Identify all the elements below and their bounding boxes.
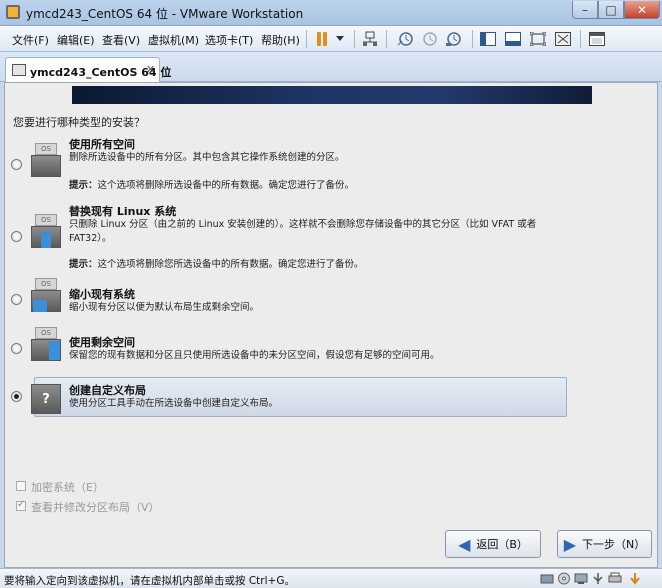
review-layout-checkbox[interactable] xyxy=(16,499,26,511)
use-all-space-icon: OS xyxy=(31,143,61,179)
sidebar-toggle-icon[interactable] xyxy=(479,30,497,48)
option-title: 使用剩余空间 xyxy=(69,336,135,349)
status-text: 要将输入定向到该虚拟机，请在虚拟机内部单击或按 Ctrl+G。 xyxy=(4,575,295,587)
use-free-space-icon: OS xyxy=(31,327,61,363)
pause-icon[interactable] xyxy=(313,30,331,48)
option-title: 缩小现有系统 xyxy=(69,288,135,301)
unity-mode-icon[interactable] xyxy=(554,30,572,48)
network-adapter-icon[interactable] xyxy=(574,572,588,585)
radio-replace-linux[interactable] xyxy=(11,231,22,242)
replace-linux-icon: OS xyxy=(31,214,61,250)
printer-icon[interactable] xyxy=(608,572,622,585)
option-title: 使用所有空间 xyxy=(69,138,135,151)
radio-use-all-space[interactable] xyxy=(11,159,22,170)
tab-strip: ymcd243_CentOS 64 位 ✕ xyxy=(0,52,662,83)
option-desc: 缩小现有分区以便为默认布局生成剩余空间。 xyxy=(69,302,260,313)
radio-use-free-space[interactable] xyxy=(11,343,22,354)
arrow-right-icon: ▶ xyxy=(563,534,577,554)
vmware-app-icon xyxy=(6,5,20,19)
installer-banner xyxy=(72,86,592,104)
install-type-question: 您要进行哪种类型的安装？ xyxy=(13,116,145,129)
menu-tabs[interactable]: 选项卡(T) xyxy=(205,32,253,48)
message-log-icon[interactable] xyxy=(628,572,642,585)
option-title: 替换现有 Linux 系统 xyxy=(69,205,177,218)
menu-file[interactable]: 文件(F) xyxy=(12,32,49,48)
toolbar-separator xyxy=(580,30,581,48)
option-tip: 提示：这个选项将删除所选设备中的所有数据。确定您进行了备份。 xyxy=(69,180,355,191)
option-tip: 提示：这个选项将删除您所选设备中的所有数据。确定您进行了备份。 xyxy=(69,259,364,270)
snapshot-icon[interactable] xyxy=(396,30,414,48)
window-title: ymcd243_CentOS 64 位 - VMware Workstation xyxy=(26,7,304,21)
toolbar-separator xyxy=(306,30,307,48)
menu-help[interactable]: 帮助(H) xyxy=(261,32,300,48)
vm-console[interactable]: 您要进行哪种类型的安装？ OS 使用所有空间 删除所选设备中的所有分区。其中包含… xyxy=(4,82,658,568)
shrink-system-icon: OS xyxy=(31,278,61,314)
console-view-icon[interactable] xyxy=(588,30,606,48)
option-desc: 只删除 Linux 分区（由之前的 Linux 安装创建的）。这样就不会删除您存… xyxy=(69,219,537,244)
maximize-button[interactable]: □ xyxy=(598,1,624,19)
title-bar: ymcd243_CentOS 64 位 - VMware Workstation… xyxy=(0,0,662,26)
full-screen-icon[interactable] xyxy=(529,30,547,48)
arrow-left-icon: ◀ xyxy=(458,534,471,554)
menu-view[interactable]: 查看(V) xyxy=(102,32,140,48)
option-title: 创建自定义布局 xyxy=(69,384,146,397)
toolbar-separator xyxy=(354,30,355,48)
snapshot-manager-icon[interactable] xyxy=(444,30,462,48)
menu-edit[interactable]: 编辑(E) xyxy=(57,32,95,48)
review-layout-label: 查看并修改分区布局（V） xyxy=(31,501,160,514)
thumbnail-bar-icon[interactable] xyxy=(504,30,522,48)
revert-snapshot-icon[interactable] xyxy=(420,30,438,48)
tab-vm[interactable]: ymcd243_CentOS 64 位 ✕ xyxy=(5,57,171,83)
radio-custom-layout[interactable] xyxy=(11,391,22,402)
tab-close-icon[interactable]: ✕ xyxy=(146,63,155,76)
cd-rom-icon[interactable] xyxy=(557,572,571,585)
status-bar: 要将输入定向到该虚拟机，请在虚拟机内部单击或按 Ctrl+G。 xyxy=(0,568,662,588)
chevron-down-icon[interactable] xyxy=(331,30,349,48)
usb-icon[interactable] xyxy=(591,572,605,585)
custom-layout-icon: ? xyxy=(31,382,61,418)
toolbar-separator xyxy=(472,30,473,48)
vm-icon xyxy=(12,64,26,76)
radio-shrink-system[interactable] xyxy=(11,294,22,305)
hard-disk-icon[interactable] xyxy=(540,572,554,585)
option-desc: 删除所选设备中的所有分区。其中包含其它操作系统创建的分区。 xyxy=(69,152,345,163)
network-icon[interactable] xyxy=(361,30,379,48)
option-desc: 保留您的现有数据和分区且只使用所选设备中的未分区空间，假设您有足够的空间可用。 xyxy=(69,350,440,361)
encrypt-system-checkbox[interactable] xyxy=(16,481,26,491)
encrypt-system-label: 加密系统（E） xyxy=(31,481,104,494)
menu-vm[interactable]: 虚拟机(M) xyxy=(148,32,199,48)
menu-bar: 文件(F) 编辑(E) 查看(V) 虚拟机(M) 选项卡(T) 帮助(H) xyxy=(0,26,662,52)
back-button[interactable]: ◀ 返回（B） xyxy=(445,530,541,558)
next-button[interactable]: ▶ 下一步（N） xyxy=(557,530,652,558)
toolbar-separator xyxy=(386,30,387,48)
option-desc: 使用分区工具手动在所选设备中创建自定义布局。 xyxy=(69,398,279,409)
close-button[interactable]: ✕ xyxy=(624,1,660,19)
minimize-button[interactable]: – xyxy=(572,1,598,19)
